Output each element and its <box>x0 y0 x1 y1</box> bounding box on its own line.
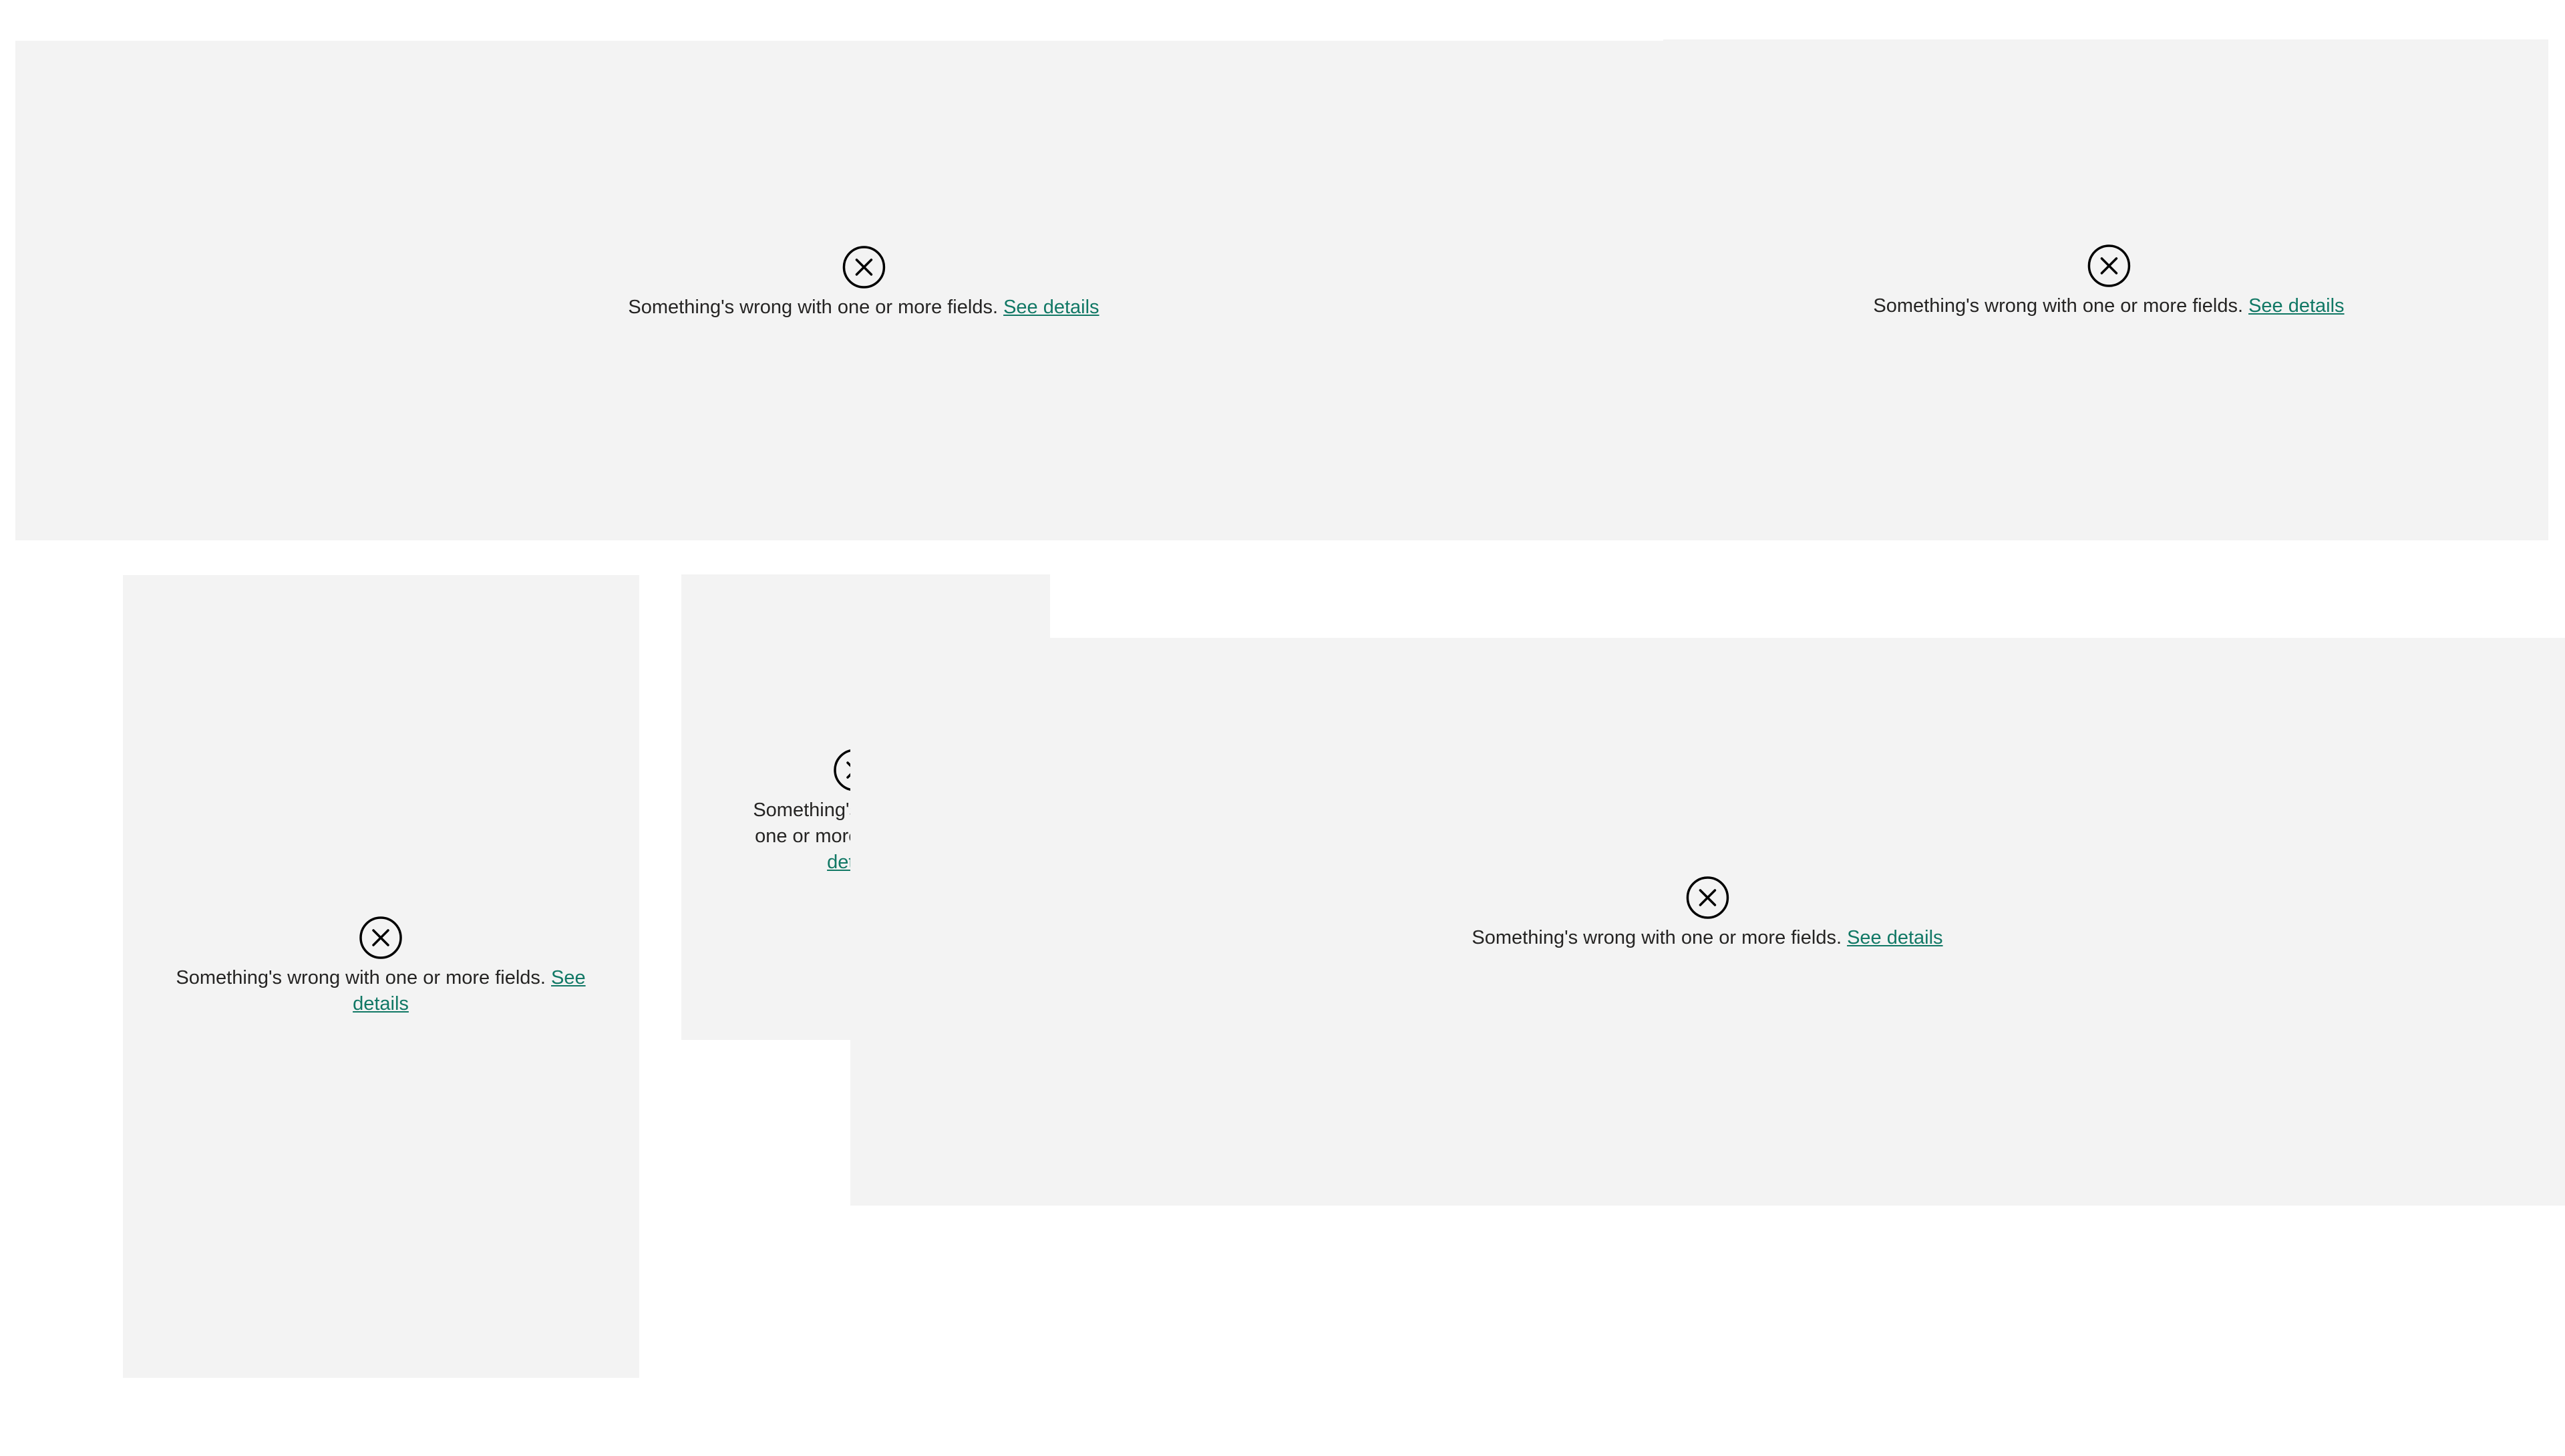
error-message-text: Something's wrong with one or more field… <box>176 967 546 988</box>
visual-error-tile: Something's wrong with one or more field… <box>123 575 639 1378</box>
visual-error-tile: Something's wrong with one or more field… <box>15 41 1720 540</box>
report-canvas: Something's wrong with one or more field… <box>0 0 2565 1456</box>
error-message-text: Something's wrong with one or more field… <box>628 297 999 318</box>
error-message: Something's wrong with one or more field… <box>167 965 594 1017</box>
see-details-link[interactable]: See details <box>2248 295 2345 317</box>
error-message: Something's wrong with one or more field… <box>1873 293 2344 319</box>
visual-error-tile: Something's wrong with one or more field… <box>1663 39 2548 540</box>
error-message-text: Something's wrong with one or more field… <box>1472 927 1842 948</box>
error-message: Something's wrong with one or more field… <box>1472 925 1942 951</box>
error-content: Something's wrong with one or more field… <box>167 916 594 1017</box>
see-details-link[interactable]: See details <box>1003 297 1099 318</box>
error-message: Something's wrong with one or more field… <box>628 295 1099 321</box>
error-circle-x-icon <box>1686 876 1729 919</box>
error-circle-x-icon <box>842 246 885 289</box>
error-message-text: Something's wrong with one or more field… <box>1873 295 2244 317</box>
error-circle-x-icon <box>359 916 402 959</box>
error-circle-x-icon <box>2087 244 2130 287</box>
visual-error-tile: Something's wrong with one or more field… <box>850 638 2565 1206</box>
error-content: Something's wrong with one or more field… <box>1472 876 1943 951</box>
error-content: Something's wrong with one or more field… <box>1873 244 2345 319</box>
error-content: Something's wrong with one or more field… <box>628 245 1099 321</box>
see-details-link[interactable]: See details <box>1847 927 1943 948</box>
